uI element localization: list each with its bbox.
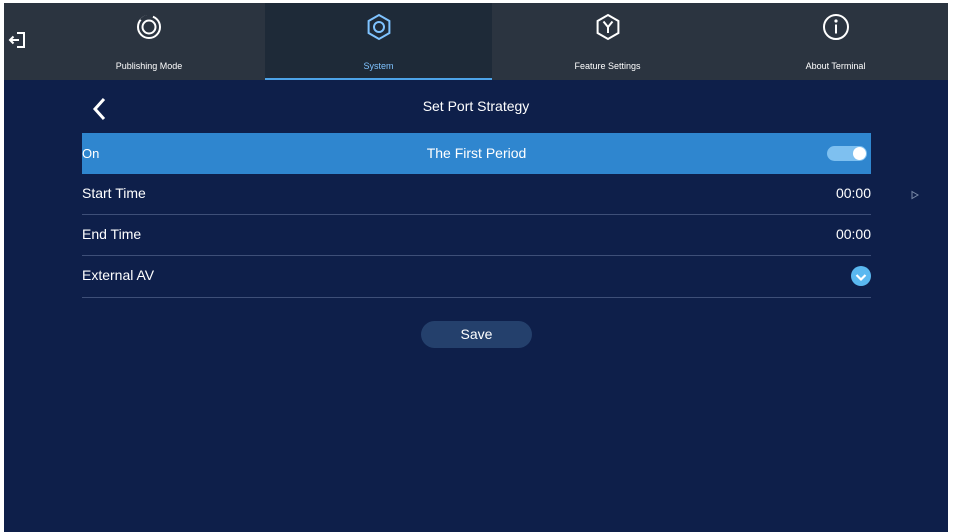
info-icon bbox=[821, 12, 851, 42]
end-time-label: End Time bbox=[82, 226, 142, 242]
end-time-value[interactable]: 00:00 bbox=[836, 226, 871, 242]
external-av-row[interactable]: External AV bbox=[82, 256, 871, 298]
tab-feature-settings[interactable]: Feature Settings bbox=[492, 3, 723, 80]
publishing-mode-icon bbox=[134, 12, 164, 42]
tab-label: About Terminal bbox=[805, 61, 866, 71]
feature-settings-icon bbox=[593, 12, 623, 42]
tab-system[interactable]: System bbox=[265, 3, 492, 80]
play-arrow-icon bbox=[910, 187, 920, 200]
tab-about-terminal[interactable]: About Terminal bbox=[723, 3, 948, 80]
start-time-label: Start Time bbox=[82, 185, 146, 201]
start-time-value[interactable]: 00:00 bbox=[836, 185, 871, 201]
period-title: The First Period bbox=[426, 145, 527, 161]
page-title: Set Port Strategy bbox=[422, 98, 530, 114]
period-toggle[interactable] bbox=[827, 146, 867, 161]
gear-icon bbox=[364, 12, 394, 42]
external-av-label: External AV bbox=[82, 267, 155, 283]
start-time-row[interactable]: Start Time 00:00 bbox=[82, 174, 871, 215]
tab-label: Feature Settings bbox=[574, 61, 641, 71]
period-row: On The First Period bbox=[82, 133, 871, 174]
exit-icon[interactable] bbox=[7, 29, 29, 51]
tab-publishing-mode[interactable]: Publishing Mode bbox=[34, 3, 264, 80]
tab-label: Publishing Mode bbox=[115, 61, 183, 71]
check-circle-icon[interactable] bbox=[851, 266, 871, 286]
end-time-row[interactable]: End Time 00:00 bbox=[82, 215, 871, 256]
save-button[interactable]: Save bbox=[421, 321, 532, 348]
app-window: Publishing Mode System Feature Settings bbox=[4, 3, 948, 532]
toggle-knob bbox=[853, 147, 866, 160]
top-nav-bar: Publishing Mode System Feature Settings bbox=[4, 3, 948, 80]
tab-label: System bbox=[363, 61, 394, 71]
